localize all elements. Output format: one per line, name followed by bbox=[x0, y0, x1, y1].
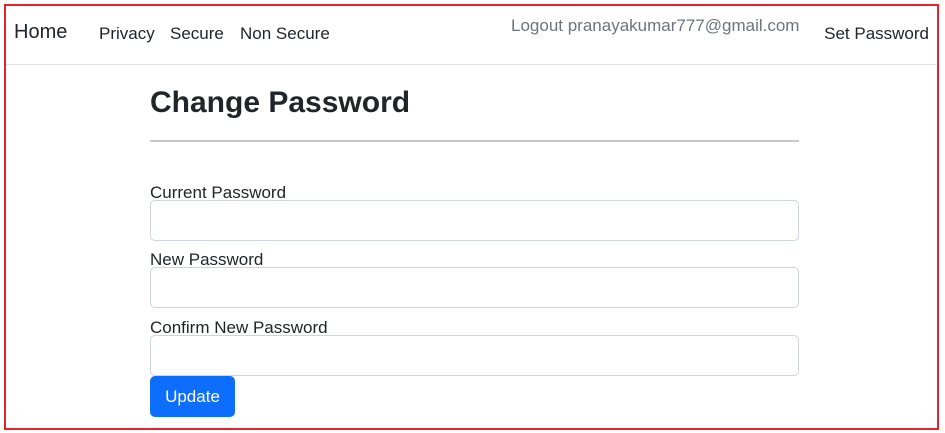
nav-set-password-link[interactable]: Set Password bbox=[824, 24, 929, 44]
new-password-input[interactable] bbox=[150, 267, 799, 308]
current-password-input[interactable] bbox=[150, 200, 799, 241]
title-divider bbox=[150, 140, 799, 142]
nav-logout-link[interactable]: Logout pranayakumar777@gmail.com bbox=[511, 16, 799, 36]
nav-home-link[interactable]: Home bbox=[14, 21, 67, 44]
nav-secure-link[interactable]: Secure bbox=[170, 24, 224, 44]
page-title: Change Password bbox=[150, 86, 411, 119]
screenshot-frame: Home Privacy Secure Non Secure Logout pr… bbox=[4, 4, 939, 430]
top-navbar: Home Privacy Secure Non Secure Logout pr… bbox=[6, 6, 937, 65]
nav-privacy-link[interactable]: Privacy bbox=[99, 24, 155, 44]
update-button[interactable]: Update bbox=[150, 376, 235, 417]
nav-non-secure-link[interactable]: Non Secure bbox=[240, 24, 330, 44]
confirm-password-input[interactable] bbox=[150, 335, 799, 376]
